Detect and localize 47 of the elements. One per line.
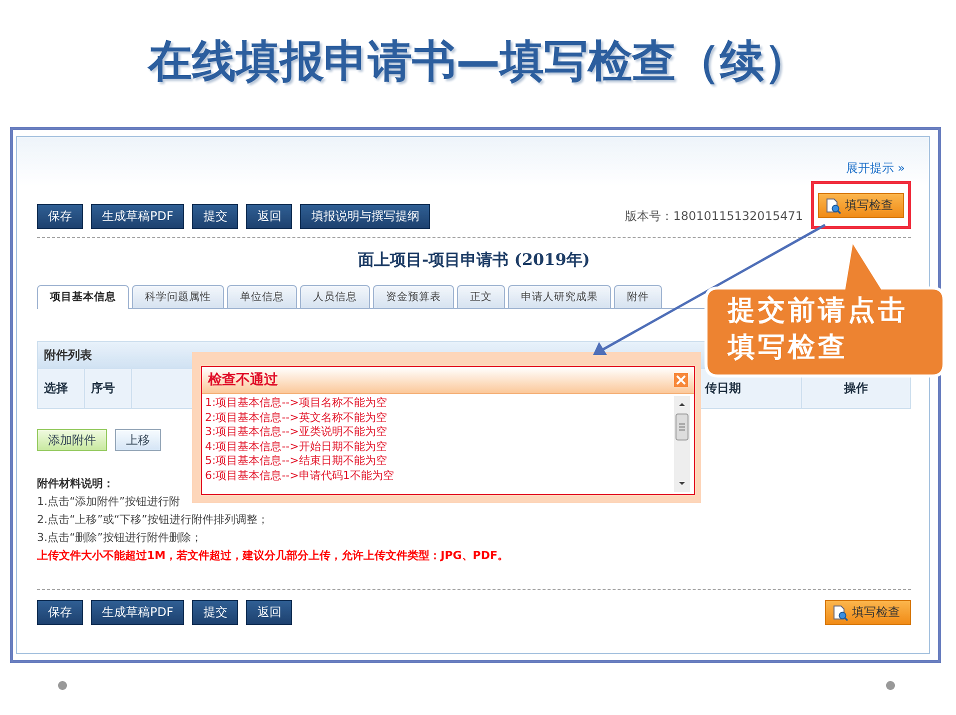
attachment-button[interactable]: 添加附件 — [37, 429, 107, 451]
form-tab[interactable]: 资金预算表 — [373, 285, 454, 308]
document-search-icon — [825, 198, 841, 214]
upload-warning: 上传文件大小不能超过1M，若文件超过，建议分几部分上传，允许上传文件类型：JPG、PDF。 — [37, 548, 510, 564]
form-tab[interactable]: 科学问题属性 — [132, 285, 224, 308]
version-number: 版本号：18010115132015471 — [625, 208, 803, 225]
note-line: 2.点击“上移”或“下移”按钮进行附件排列调整； — [37, 512, 268, 528]
form-tab[interactable]: 附件 — [614, 285, 662, 308]
error-message: 5:项目基本信息-->结束日期不能为空 — [205, 454, 388, 468]
toolbar-button[interactable]: 保存 — [37, 600, 83, 625]
toolbar-button[interactable]: 生成草稿PDF — [91, 600, 184, 625]
toolbar-button[interactable]: 提交 — [192, 600, 238, 625]
form-tab[interactable]: 单位信息 — [227, 285, 297, 308]
callout-text: 提交前请点击填写检查 — [728, 294, 909, 365]
document-search-icon — [832, 604, 848, 620]
column-header: 操作 — [842, 380, 869, 397]
form-tab[interactable]: 项目基本信息 — [37, 285, 129, 309]
form-tab[interactable]: 申请人研究成果 — [508, 285, 611, 308]
error-message: 2:项目基本信息-->英文名称不能为空 — [205, 410, 388, 425]
error-message: 1:项目基本信息-->项目名称不能为空 — [205, 396, 388, 410]
close-icon[interactable] — [674, 373, 688, 387]
toolbar-button[interactable]: 返回 — [246, 600, 292, 625]
check-button[interactable]: 填写检查 — [825, 600, 911, 625]
form-tab[interactable]: 人员信息 — [300, 285, 370, 308]
scrollbar[interactable] — [674, 396, 690, 492]
toolbar-button[interactable]: 填报说明与撰写提纲 — [300, 204, 430, 229]
slide-dot — [58, 681, 67, 690]
toolbar-button[interactable]: 返回 — [246, 204, 292, 229]
column-header: 序号 — [85, 369, 132, 408]
expand-hint-link[interactable]: 展开提示 » — [846, 160, 905, 177]
dialog-title: 检查不通过 — [208, 371, 278, 389]
note-line: 1.点击“添加附件”按钮进行附 — [37, 494, 180, 510]
attachment-button[interactable]: 上移 — [115, 429, 161, 451]
note-line: 3.点击“删除”按钮进行附件删除； — [37, 530, 202, 546]
slide-dot — [886, 681, 895, 690]
column-header: 选择 — [38, 369, 85, 408]
toolbar-button[interactable]: 保存 — [37, 204, 83, 229]
form-title: 面上项目-项目申请书 (2019年) — [357, 250, 591, 271]
error-message: 4:项目基本信息-->开始日期不能为空 — [205, 440, 388, 454]
toolbar-button[interactable]: 生成草稿PDF — [91, 204, 184, 229]
notes-title: 附件材料说明： — [37, 476, 114, 492]
form-tab[interactable]: 正文 — [457, 285, 505, 308]
error-message: 6:项目基本信息-->申请代码1不能为空 — [205, 468, 394, 483]
slide-title: 在线填报申请书—填写检查（续） — [148, 35, 808, 89]
error-message: 3:项目基本信息-->亚类说明不能为空 — [205, 425, 388, 440]
check-button[interactable]: 填写检查 — [818, 193, 904, 218]
toolbar-button[interactable]: 提交 — [192, 204, 238, 229]
